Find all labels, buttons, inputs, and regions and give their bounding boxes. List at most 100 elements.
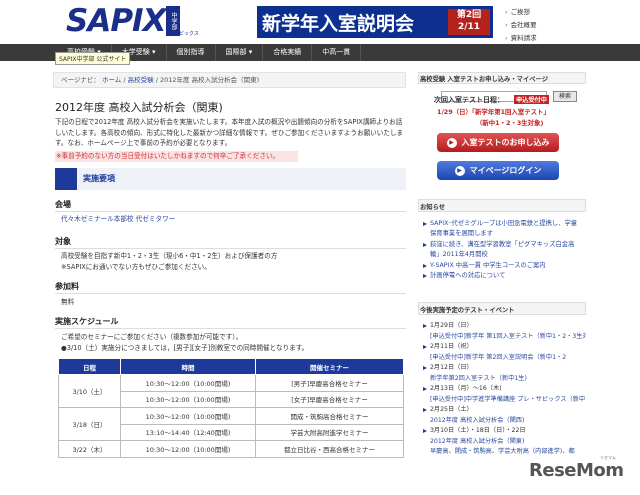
news-item[interactable]: 荻窪に続き、溝在型学習教室「ピグマキッズ白金高輪」2011年4月開校 (422, 240, 582, 261)
cell-date: 3/18（日） (58, 407, 121, 441)
event-link[interactable]: 2012年度 高校入試分析会（関西) (422, 416, 586, 427)
breadcrumb-current: 2012年度 高校入試分析会（関東) (159, 76, 260, 84)
nav-international[interactable]: 国際部 ▾ (216, 44, 264, 61)
schedule-text: ご希望のセミナーにご参加ください（複数参加が可能です）。 (61, 333, 243, 341)
event-link[interactable]: [申込受付中]新学年 第1回入室テスト（新中1・2・3生対象) (422, 332, 586, 343)
mypage-login-button[interactable]: ▶ マイページログイン (437, 161, 559, 180)
utility-nav: › ご挨拶 › 会社概要 › 資料請求 (505, 6, 537, 45)
banner-badge-date: 2/11 (457, 22, 481, 32)
schedule-table: 日程 時間 開催セミナー 3/10（土） 10:30〜12:00（10:00開場… (58, 358, 404, 458)
cell-date: 3/22（木） (58, 440, 121, 458)
events-heading: 今後実施予定のテスト・イベント (420, 307, 515, 314)
event-date: 3月10日（土）・18日（日）・22日 (422, 426, 586, 437)
site-header: SAPIX 中学部 サピックス 新学年入室説明会 第2回 2/11 › ご挨拶 ›… (0, 0, 640, 44)
event-date: 2月11日（祝） (422, 342, 586, 353)
cell-seminar: [女子]早慶高合格セミナー (255, 390, 404, 408)
reservation-notice: ※事前予約のない方の当日受付はいたしかねますので何卒ご了承ください。 (55, 151, 298, 162)
divider (55, 248, 406, 249)
venue-heading: 会場 (55, 200, 71, 209)
fee-text: 無料 (61, 298, 75, 306)
cell-time: 13:10〜14:40（12:40開場) (120, 423, 256, 441)
test-label: 次回入室テスト日程： (434, 96, 504, 104)
news-item[interactable]: SAPIX･代ゼミグループは小田急電鉄と提携し、学童保育事業を展開します (422, 219, 582, 240)
arrow-right-icon: ▶ (454, 165, 465, 176)
schedule-heading: 実施スケジュール (55, 317, 119, 326)
breadcrumb-prefix: ページナビ： (61, 76, 100, 84)
col-date: 日程 (58, 358, 121, 375)
test-grade: （新中1・2・3生対象) (476, 119, 544, 127)
test-date: 1/29（日）「新学年第1回入室テスト」 (437, 108, 550, 116)
event-link[interactable]: [申込受付中]中学進学準備講座 プレ・サピックス（新中1生) (422, 395, 586, 406)
logo-reading: サピックス (174, 31, 199, 37)
util-link-greeting[interactable]: › ご挨拶 (505, 6, 537, 19)
event-link[interactable]: 2012年度 高校入試分析会（関東) (422, 437, 586, 448)
util-link-company[interactable]: › 会社概要 (505, 19, 537, 32)
nav-integrated[interactable]: 中高一貫 (312, 44, 362, 61)
target-text: 高校受験を目指す新中1・2・3生（現小6・中1・2生）および保護者の方 (61, 252, 278, 260)
breadcrumb: ページナビ： ホーム / 高校受験 / 2012年度 高校入試分析会（関東) (53, 72, 406, 88)
cell-seminar: 学芸大附高附進学セミナー (255, 423, 404, 441)
target-note: ※SAPIXにお通いでない方もぜひご参加ください。 (61, 263, 211, 271)
arrow-icon: › (505, 21, 508, 29)
logo-wordmark: SAPIX (66, 3, 166, 39)
section-heading-label: 実施要項 (83, 174, 115, 183)
event-link[interactable]: [申込受付中]新学年 第2回入室説明会（新中1・2 (422, 353, 586, 364)
venue-link[interactable]: 代々木ゼミナール本部校 代ゼミタワー (61, 214, 175, 225)
breadcrumb-sep: / (155, 76, 158, 84)
accepting-badge: 申込受付中 (514, 95, 549, 104)
sapix-logo[interactable]: SAPIX 中学部 (66, 3, 181, 39)
event-date: 2月12日（日） (422, 363, 586, 374)
fee-heading: 参加料 (55, 282, 79, 291)
event-date: 2月25日（土） (422, 405, 586, 416)
arrow-right-icon: ▶ (446, 137, 457, 148)
nav-individual[interactable]: 個別指導 (167, 44, 216, 61)
divider (55, 328, 406, 329)
breadcrumb-home[interactable]: ホーム (102, 76, 121, 84)
apply-heading: 高校受験 入室テストお申し込み・マイページ (420, 76, 549, 83)
mypage-login-label: マイページログイン (469, 166, 542, 175)
cell-time: 10:30〜12:00（10:00開場) (120, 407, 256, 425)
news-list: SAPIX･代ゼミグループは小田急電鉄と提携し、学童保育事業を展開します 荻窪に… (422, 219, 582, 281)
table-row: 3/22（木） 10:30〜12:00（10:00開場) 都立日比谷・西高合格セ… (58, 440, 404, 458)
resemom-watermark-reading: リセマム (600, 455, 616, 460)
col-seminar: 開催セミナー (255, 358, 404, 375)
banner-badge: 第2回 2/11 (448, 9, 490, 35)
resemom-watermark: ReseMom (529, 460, 624, 481)
table-row: 3/10（土） 10:30〜12:00（10:00開場) [男子]早慶高合格セミ… (58, 374, 404, 408)
schedule-note: ●3/10（土）実施分につきましては，[男子][女子]別教室での同時開催となりま… (61, 344, 309, 352)
event-link[interactable]: 早慶高、開成・筑駒高、学芸大附高（内部進学)、都 (422, 447, 586, 458)
event-link[interactable]: 新学年第2回入室テスト（新中1生) (422, 374, 586, 385)
target-heading: 対象 (55, 237, 71, 246)
apply-test-button[interactable]: ▶ 入室テストのお申し込み (437, 133, 559, 152)
event-date: 1月29日（日） (422, 321, 586, 332)
events-list: 1月29日（日） [申込受付中]新学年 第1回入室テスト（新中1・2・3生対象)… (422, 321, 586, 458)
banner-badge-round: 第2回 (456, 10, 482, 20)
cell-seminar: [男子]早慶高合格セミナー (255, 374, 404, 392)
event-banner[interactable]: 新学年入室説明会 第2回 2/11 (257, 6, 493, 38)
banner-title: 新学年入室説明会 (262, 12, 415, 35)
apply-test-label: 入室テストのお申し込み (461, 138, 550, 147)
tooltip: SAPIX中学部 公式サイト (55, 52, 131, 65)
news-heading: お知らせ (420, 204, 446, 211)
event-date: 2月13日（月）〜16（木) (422, 384, 586, 395)
breadcrumb-sep: / (123, 76, 126, 84)
news-item[interactable]: 計画停電への対応について (422, 271, 582, 281)
section-heading: 実施要項 (55, 168, 406, 190)
cell-seminar: 開成・筑駒高合格セミナー (255, 407, 404, 425)
nav-results[interactable]: 合格実績 (263, 44, 313, 61)
news-item[interactable]: Y-SAPIX 中高一貫 中学生コースのご案内 (422, 261, 582, 271)
section-marker (55, 168, 77, 190)
page-title: 2012年度 高校入試分析会（関東) (55, 101, 223, 114)
cell-date: 3/10（土） (58, 374, 121, 408)
arrow-icon: › (505, 34, 508, 42)
table-row: 3/18（日） 10:30〜12:00（10:00開場) 開成・筑駒高合格セミナ… (58, 407, 404, 441)
search-button[interactable]: 検索 (553, 91, 577, 102)
breadcrumb-section[interactable]: 高校受験 (128, 76, 154, 84)
cell-seminar: 都立日比谷・西高合格セミナー (255, 440, 404, 458)
col-time: 時間 (120, 358, 256, 375)
arrow-icon: › (505, 8, 508, 16)
divider (55, 211, 406, 212)
intro-text: 下記の日程で2012年度 高校入試分析会を実施いたします。本年度入試の概況や出題… (55, 118, 404, 147)
cell-time: 10:30〜12:00（10:00開場) (120, 440, 256, 458)
cell-time: 10:30〜12:00（10:00開場) (120, 374, 256, 392)
